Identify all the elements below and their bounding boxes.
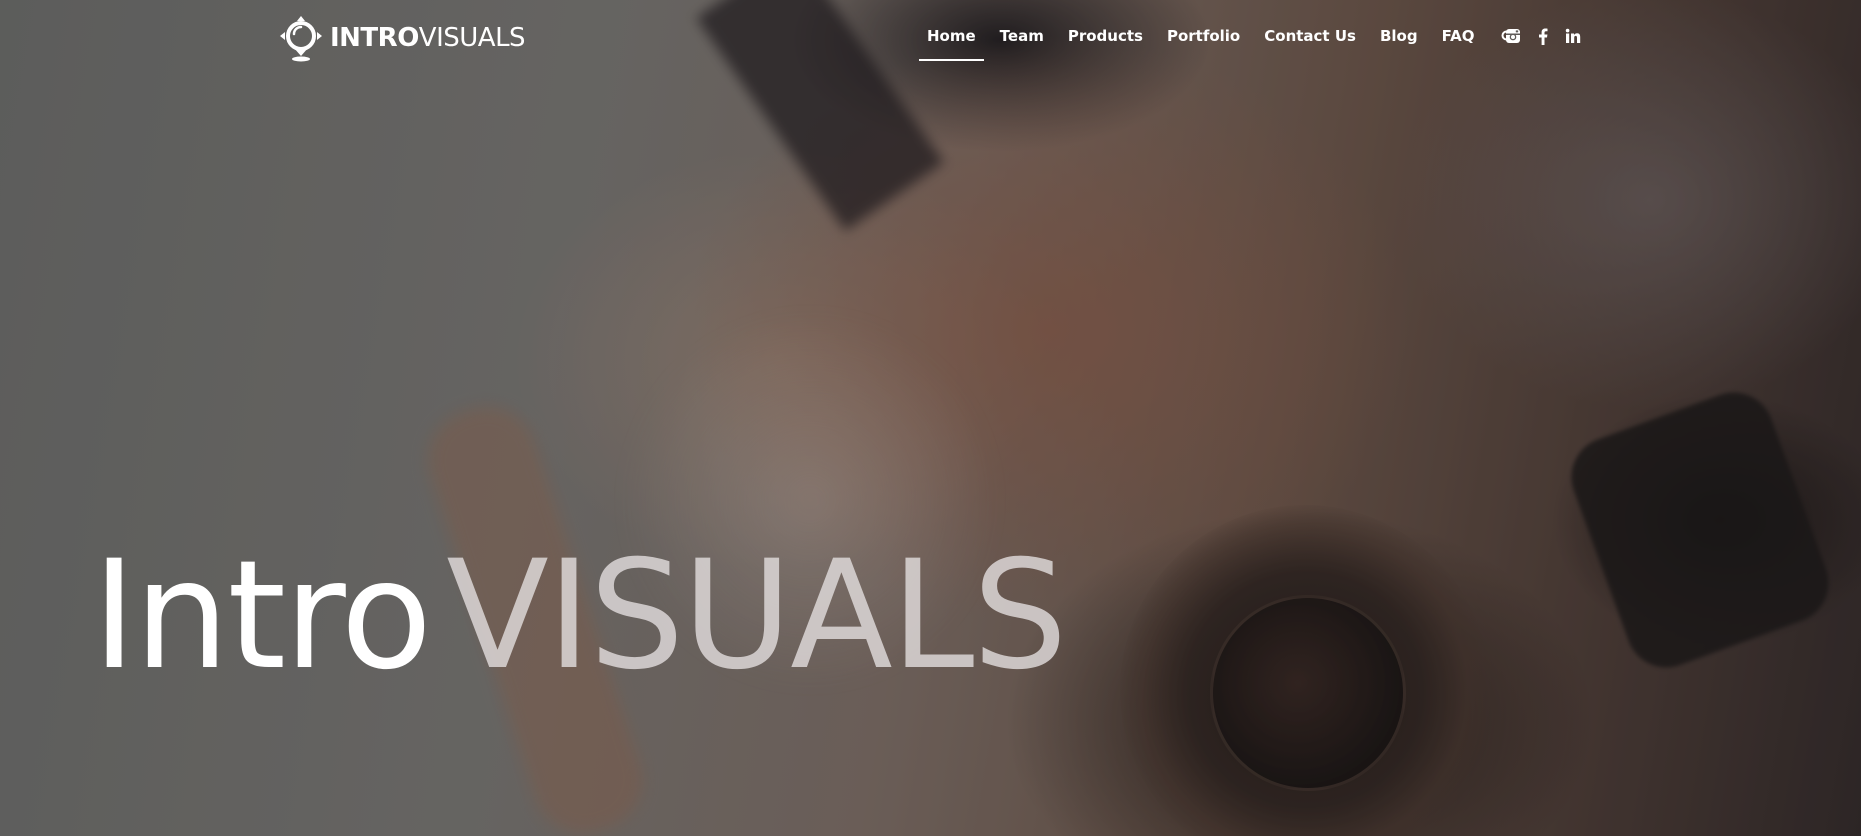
- nav-item-faq[interactable]: FAQ: [1430, 0, 1487, 73]
- hero-title: Intro VISUALS: [92, 541, 1068, 691]
- social-links: [1498, 0, 1588, 74]
- background-camera-knob: [1560, 381, 1840, 679]
- site-logo[interactable]: INTROVISUALS: [276, 12, 526, 64]
- nav-item-blog[interactable]: Blog: [1368, 0, 1430, 73]
- linkedin-icon: [1565, 28, 1581, 43]
- background-lens-glass: [1210, 595, 1406, 791]
- hero-section: INTROVISUALS Home Team Products Portfoli…: [0, 0, 1861, 836]
- nav-item-home[interactable]: Home: [915, 0, 988, 73]
- nav-item-portfolio[interactable]: Portfolio: [1155, 0, 1252, 73]
- logo-wordmark-light: VISUALS: [418, 23, 526, 53]
- instagram-link[interactable]: [1498, 0, 1528, 73]
- hero-title-intro: Intro: [92, 528, 432, 703]
- logo-wordmark: INTROVISUALS: [330, 23, 526, 53]
- facebook-icon: [1539, 28, 1548, 45]
- facebook-link[interactable]: [1528, 0, 1558, 73]
- hero-title-visuals: VISUALS: [446, 528, 1067, 703]
- site-header: INTROVISUALS Home Team Products Portfoli…: [0, 0, 1861, 74]
- nav-item-contact-us[interactable]: Contact Us: [1252, 0, 1368, 73]
- logo-wordmark-bold: INTRO: [330, 23, 419, 53]
- nav-item-team[interactable]: Team: [988, 0, 1056, 73]
- linkedin-link[interactable]: [1558, 0, 1588, 73]
- instagram-icon: [1506, 29, 1520, 43]
- pin-lens-logo-icon: [280, 16, 322, 62]
- background-camera-lens: [1120, 505, 1490, 836]
- nav-item-products[interactable]: Products: [1056, 0, 1155, 73]
- main-navigation: Home Team Products Portfolio Contact Us …: [915, 0, 1524, 74]
